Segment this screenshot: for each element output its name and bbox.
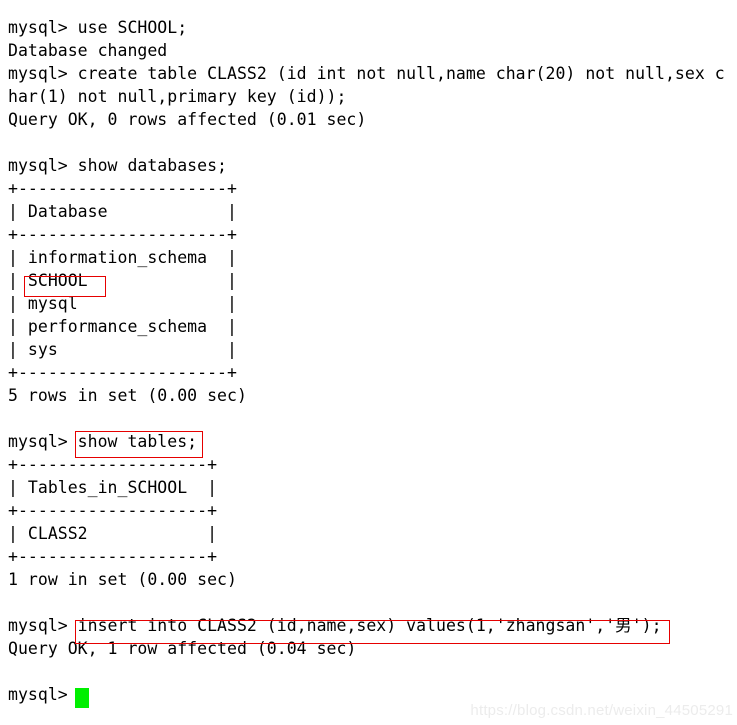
terminal-line: | Database | (8, 202, 237, 221)
terminal-line: +---------------------+ (8, 225, 237, 244)
terminal-line: mysql> create table CLASS2 (id int not n… (8, 64, 725, 83)
terminal-output: mysql> use SCHOOL; Database changed mysq… (8, 16, 737, 706)
terminal-line: +-------------------+ (8, 501, 218, 520)
terminal-line: Query OK, 0 rows affected (0.01 sec) (8, 110, 367, 129)
terminal-line: 1 row in set (0.00 sec) (8, 570, 237, 589)
watermark-text: https://blog.csdn.net/weixin_44505291 (470, 702, 733, 719)
terminal-line: mysql> show tables; (8, 432, 198, 451)
terminal-line: +---------------------+ (8, 179, 237, 198)
terminal-line: Query OK, 1 row affected (0.04 sec) (8, 639, 357, 658)
terminal-line: Database changed (8, 41, 168, 60)
terminal-line: | Tables_in_SCHOOL | (8, 478, 218, 497)
terminal-line: | information_schema | (8, 248, 237, 267)
terminal-line: mysql> show databases; (8, 156, 227, 175)
terminal-cursor (75, 688, 89, 708)
terminal-line: | mysql | (8, 294, 237, 313)
terminal-line: mysql> insert into CLASS2 (id,name,sex) … (8, 616, 662, 635)
terminal-line: +---------------------+ (8, 363, 237, 382)
terminal-line: | performance_schema | (8, 317, 237, 336)
terminal-line: 5 rows in set (0.00 sec) (8, 386, 247, 405)
terminal-line: +-------------------+ (8, 547, 218, 566)
terminal-line: +-------------------+ (8, 455, 218, 474)
terminal-line: | SCHOOL | (8, 271, 237, 290)
terminal-line: | CLASS2 | (8, 524, 218, 543)
terminal-line: | sys | (8, 340, 237, 359)
terminal-line: har(1) not null,primary key (id)); (8, 87, 347, 106)
terminal-line: mysql> use SCHOOL; (8, 18, 188, 37)
terminal-window[interactable]: mysql> use SCHOOL; Database changed mysq… (0, 0, 737, 725)
